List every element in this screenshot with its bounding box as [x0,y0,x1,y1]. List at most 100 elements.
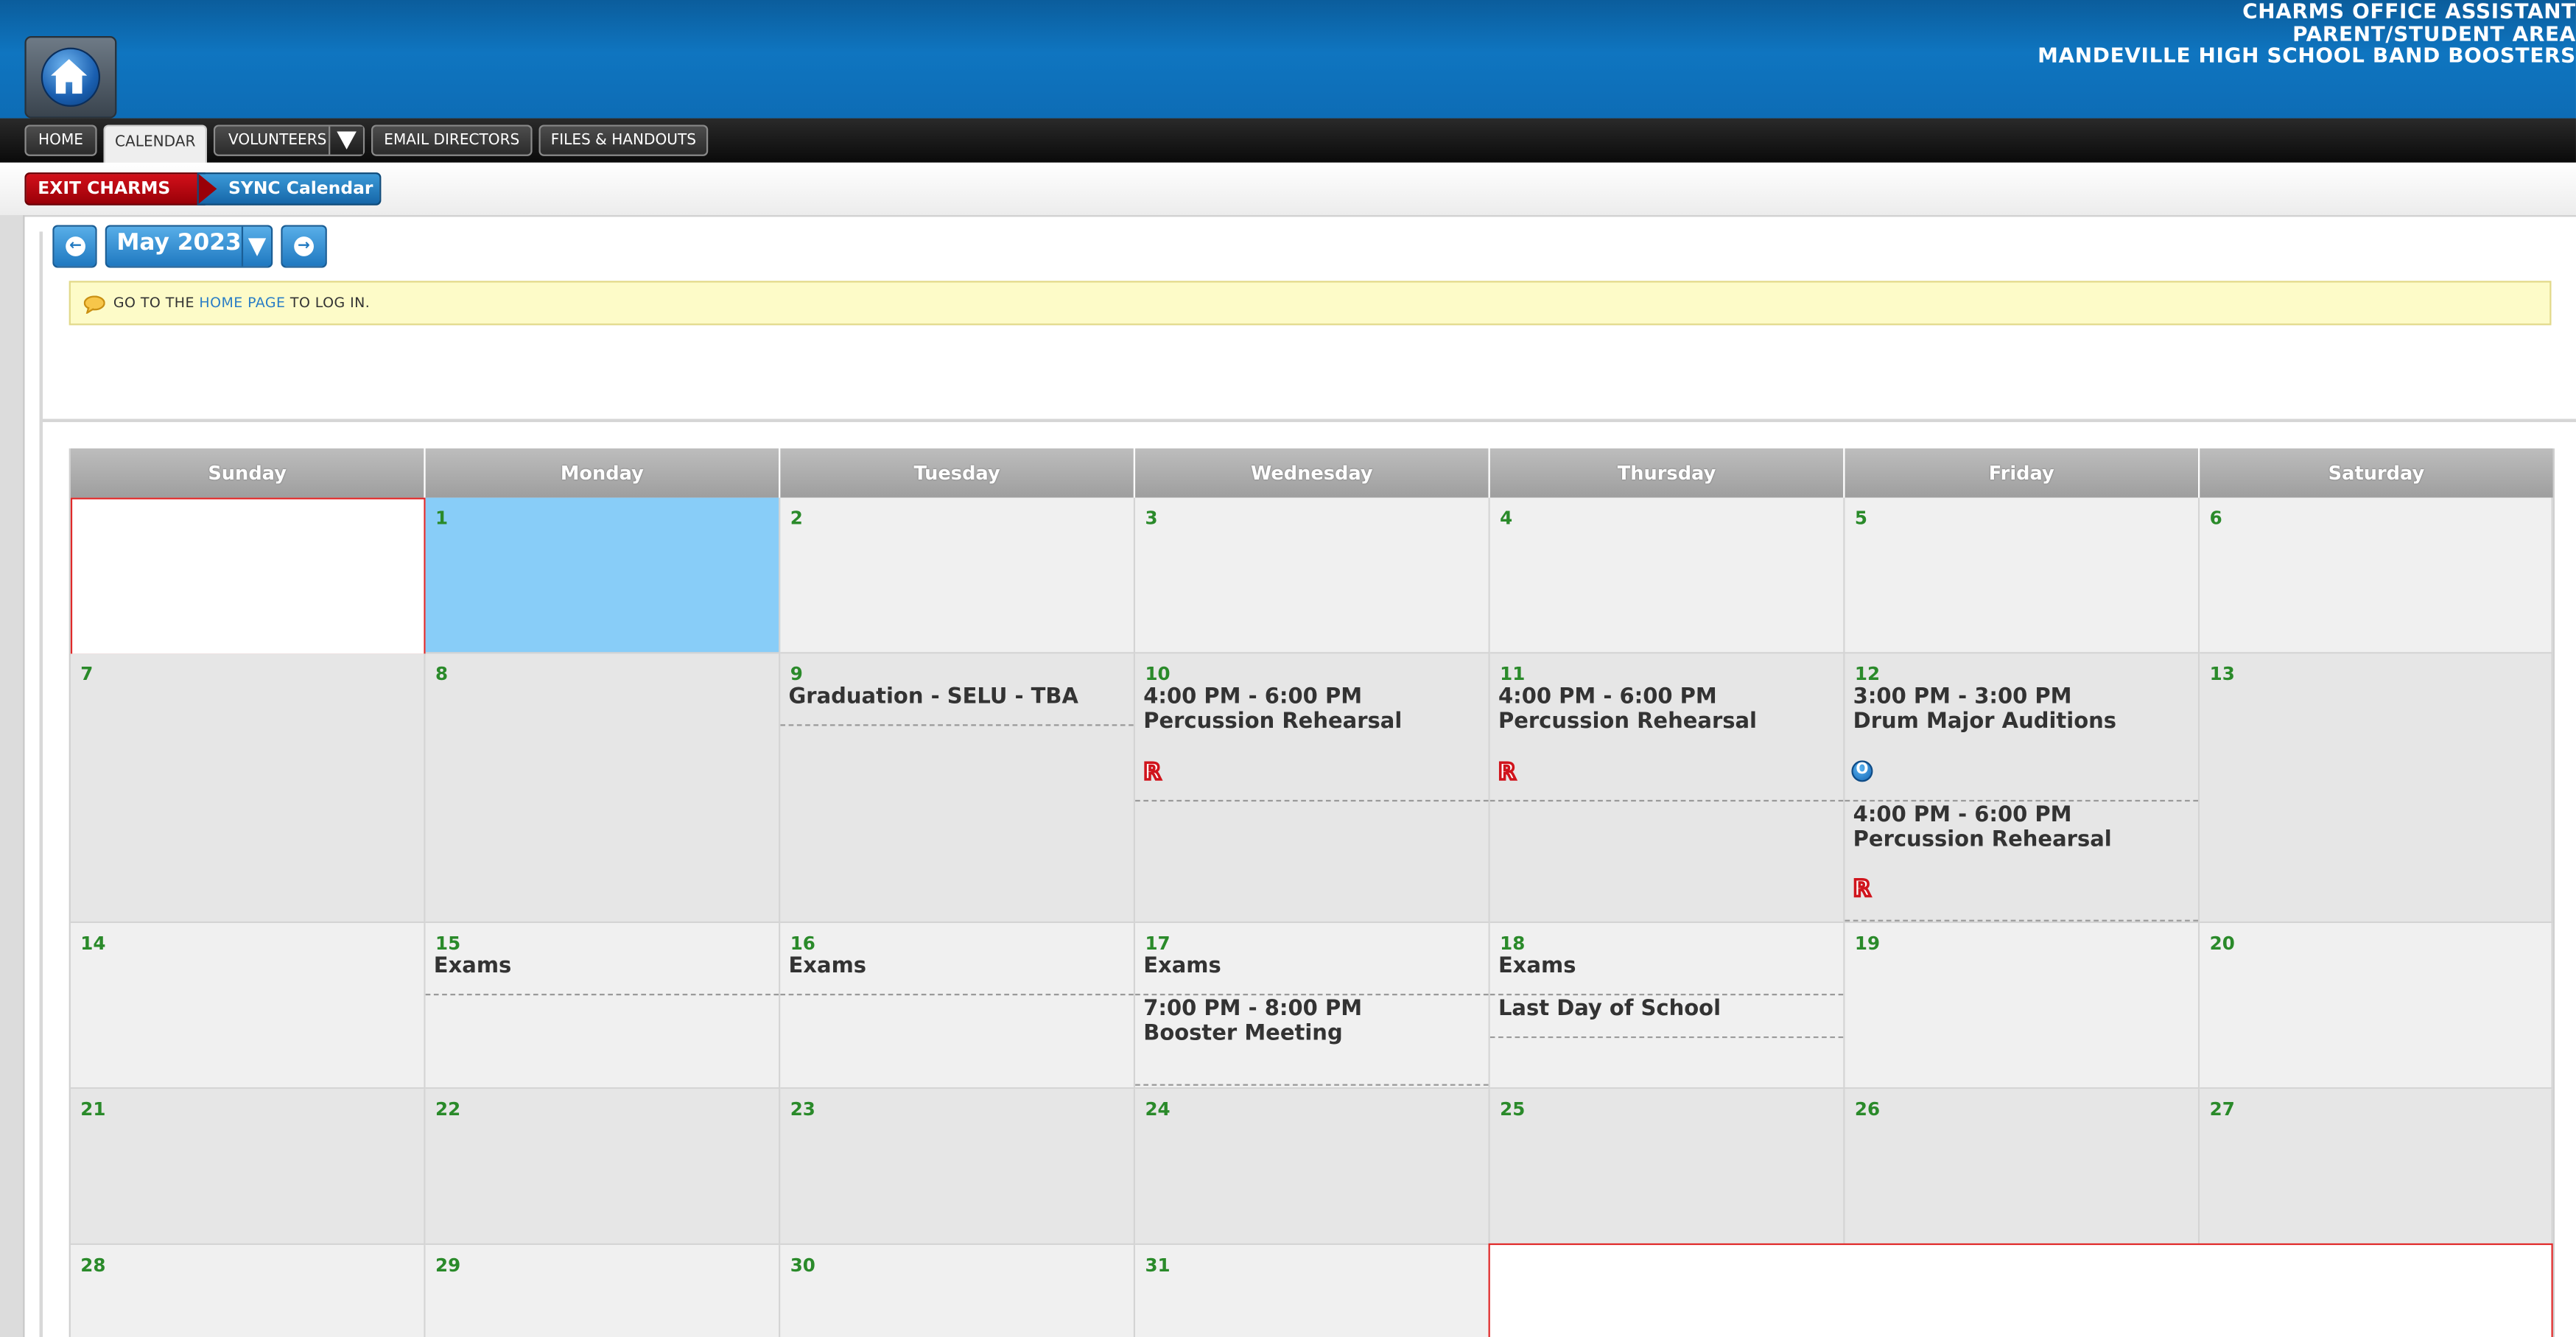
day-number: 23 [790,1098,815,1120]
arrow-left-icon: ← [66,236,85,256]
day-number: 6 [2209,507,2222,529]
calendar-day-8[interactable]: 8 [425,653,781,924]
left-scroll-strip [0,215,25,1337]
calendar-day-5[interactable]: 5 [1845,497,2200,654]
calendar-day-28[interactable]: 28 [70,1245,426,1337]
day-number: 16 [790,933,815,955]
calendar-day-4[interactable]: 4 [1489,497,1845,654]
day-number: 3 [1145,507,1158,529]
calendar-day-31[interactable]: 31 [1135,1245,1490,1337]
event-title: Exams [1143,954,1221,979]
app-header: CHARMS OFFICE ASSISTANT PARENT/STUDENT A… [0,0,2576,119]
event-title: Exams [788,954,867,979]
next-month-button[interactable]: → [281,225,327,268]
event-title: Last Day of School [1498,997,1722,1022]
day-number: 31 [1145,1254,1171,1277]
nav-files-handouts[interactable]: FILES & HANDOUTS [538,124,709,156]
event-title: Booster Meeting [1143,1020,1343,1046]
calendar-day-3[interactable]: 3 [1135,497,1490,654]
day-number: 26 [1854,1098,1881,1120]
calendar-day-6[interactable]: 6 [2200,497,2553,654]
sync-calendar-button[interactable]: SYNC Calendar [197,172,382,206]
header-line-1: CHARMS OFFICE ASSISTANT [2242,0,2576,24]
calendar-day-29[interactable]: 29 [425,1245,781,1337]
nav-home[interactable]: HOME [24,124,97,156]
weekday-header-wednesday: Wednesday [1135,448,1490,498]
home-page-link[interactable]: HOME PAGE [199,295,285,312]
calendar-day-13[interactable]: 13 [2200,653,2553,924]
optional-badge-icon: O [1851,760,1873,782]
nav-calendar[interactable]: CALENDAR [103,124,208,164]
event-time: 7:00 PM - 8:00 PM [1143,997,1363,1022]
calendar-event[interactable]: Exams [1135,954,1489,996]
calendar-day-1[interactable]: 1 [425,497,781,654]
calendar-day-11[interactable]: 11 4:00 PM - 6:00 PM Percussion Rehearsa… [1489,653,1845,924]
day-number: 8 [435,663,449,685]
calendar-event[interactable]: 3:00 PM - 3:00 PM Drum Major Auditions O [1845,686,2199,802]
calendar-day-30[interactable]: 30 [780,1245,1136,1337]
exit-charms-button[interactable]: EXIT CHARMS [24,172,206,206]
calendar-event[interactable]: Last Day of School [1489,997,1844,1039]
calendar-day-23[interactable]: 23 [780,1089,1136,1246]
svg-text:R: R [1143,759,1161,782]
month-selector[interactable]: May 2023 [105,225,273,268]
calendar-event[interactable]: 4:00 PM - 6:00 PM Percussion Rehearsal R [1135,686,1489,802]
day-number: 30 [790,1254,815,1277]
calendar-event[interactable]: 7:00 PM - 8:00 PM Booster Meeting [1135,997,1489,1086]
event-title: Percussion Rehearsal [1853,827,2112,852]
home-logo-button[interactable] [24,36,117,119]
month-label: May 2023 [116,230,242,256]
volunteers-dropdown-toggle[interactable] [329,126,363,155]
calendar-event[interactable]: 4:00 PM - 6:00 PM Percussion Rehearsal R [1489,684,1844,802]
calendar-day-18[interactable]: 18 Exams Last Day of School [1489,923,1845,1089]
header-title-block: CHARMS OFFICE ASSISTANT PARENT/STUDENT A… [2038,0,2576,66]
nav-email-directors[interactable]: EMAIL DIRECTORS [371,124,533,156]
calendar-day-25[interactable]: 25 [1489,1089,1845,1246]
calendar-day-2[interactable]: 2 [780,497,1136,654]
event-time: 4:00 PM - 6:00 PM [1498,684,1717,710]
calendar-day-19[interactable]: 19 [1845,923,2200,1089]
day-number: 5 [1854,507,1867,529]
calendar-day-24[interactable]: 24 [1135,1089,1490,1246]
event-title: Exams [1498,954,1576,979]
house-icon [51,59,88,94]
calendar-event[interactable]: Exams [1489,954,1844,996]
weekday-header-sunday: Sunday [70,448,426,498]
day-number: 25 [1500,1098,1526,1120]
calendar-day-26[interactable]: 26 [1845,1089,2200,1246]
required-badge-icon: R [1497,759,1517,782]
month-dropdown-toggle[interactable] [241,226,271,267]
day-number: 15 [435,933,461,955]
calendar-day-27[interactable]: 27 [2200,1089,2553,1246]
event-title: Percussion Rehearsal [1143,709,1403,734]
calendar-day-12[interactable]: 12 3:00 PM - 3:00 PM Drum Major Audition… [1845,653,2200,924]
nav-volunteers[interactable]: VOLUNTEERS [213,124,365,156]
day-number: 13 [2209,663,2235,685]
calendar-day-16[interactable]: 16 Exams [780,923,1136,1089]
calendar-day-15[interactable]: 15 Exams [425,923,781,1089]
calendar-day-17[interactable]: 17 Exams 7:00 PM - 8:00 PM Booster Meeti… [1135,923,1490,1089]
day-number: 27 [2209,1098,2235,1120]
calendar-day-9[interactable]: 9 Graduation - SELU - TBA [780,653,1136,924]
calendar-event[interactable]: Graduation - SELU - TBA [780,685,1134,726]
month-calendar: Sunday Monday Tuesday Wednesday Thursday… [69,448,2555,1337]
day-number: 19 [1854,933,1881,955]
weekday-header-saturday: Saturday [2200,448,2553,498]
notice-suffix: TO LOG IN. [285,295,371,312]
calendar-day-7[interactable]: 7 [70,653,426,924]
calendar-day-21[interactable]: 21 [70,1089,426,1246]
calendar-event[interactable]: Exams [425,955,779,996]
event-title: Percussion Rehearsal [1498,709,1758,734]
calendar-event[interactable]: Exams [780,954,1134,996]
calendar-day-14[interactable]: 14 [70,923,426,1089]
calendar-cell-empty [70,497,426,656]
calendar-cell-empty [1488,1243,2553,1337]
prev-month-button[interactable]: ← [52,225,97,268]
calendar-day-22[interactable]: 22 [425,1089,781,1246]
day-number: 11 [1500,663,1526,685]
calendar-event[interactable]: 4:00 PM - 6:00 PM Percussion Rehearsal R [1845,804,2199,922]
divider [42,418,2576,423]
calendar-day-20[interactable]: 20 [2200,923,2553,1089]
calendar-day-10[interactable]: 10 4:00 PM - 6:00 PM Percussion Rehearsa… [1135,653,1490,924]
day-number: 1 [435,507,449,529]
